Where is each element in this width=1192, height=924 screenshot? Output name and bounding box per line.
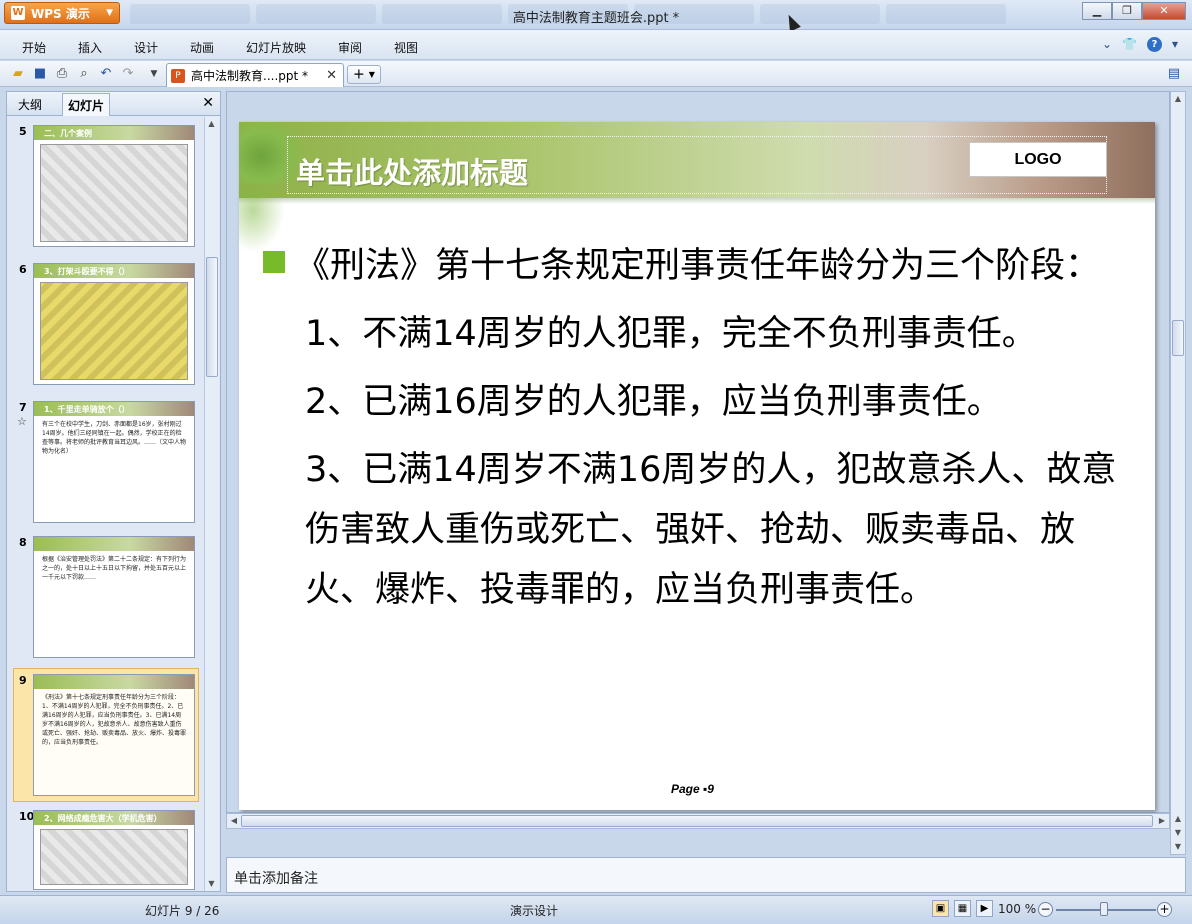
slideshow-view-icon[interactable]: ▶ (976, 900, 993, 917)
menu-review[interactable]: 审阅 (338, 39, 362, 56)
scrollbar-thumb[interactable] (206, 257, 218, 377)
scroll-down-icon[interactable]: ▼ (205, 877, 218, 891)
minimize-button[interactable]: ▁ (1082, 2, 1112, 20)
thumbnail-title: 3、打架斗殴要不得（） (44, 267, 130, 276)
redo-icon[interactable]: ↷ (120, 66, 136, 82)
thumbnail-preview: 二、几个案例 (33, 125, 195, 247)
thumbnail-scrollbar[interactable]: ▲ ▼ (204, 117, 219, 891)
previous-slide-icon[interactable]: ▲ (1171, 812, 1185, 826)
document-tab-label: 高中法制教育....ppt * (191, 69, 309, 83)
menu-animation[interactable]: 动画 (190, 39, 214, 56)
print-icon[interactable]: ⎙ (54, 66, 70, 82)
cartoon-image (40, 144, 188, 242)
thumbnail-preview: 《刑法》第十七条规定刑事责任年龄分为三个阶段：1、不满14周岁的人犯罪，完全不负… (33, 674, 195, 796)
menu-home[interactable]: 开始 (22, 39, 46, 56)
cartoon-image (40, 829, 188, 885)
animation-star-icon: ☆ (17, 415, 27, 428)
quick-access-toolbar: ▰ ■ ⎙ ⌕ ↶ ↷ ▼ P 高中法制教育....ppt * ✕ + ▼ ▤ (0, 61, 1192, 87)
close-panel-icon[interactable]: ✕ (202, 95, 214, 111)
slide-number: 8 (19, 536, 27, 549)
thumbnail-body: 根据《治安管理处罚法》第二十二条规定：有下列行为之一的，处十日以上十五日以下拘留… (42, 556, 187, 581)
window-title: 高中法制教育主题班会.ppt * (512, 11, 680, 26)
tab-slides[interactable]: 幻灯片 (62, 93, 111, 116)
body-line-3: 3、已满14周岁不满16周岁的人，犯故意杀人、故意伤害致人重伤或死亡、强奸、抢劫… (305, 450, 1117, 610)
menu-insert[interactable]: 插入 (78, 39, 102, 56)
undo-icon[interactable]: ↶ (98, 66, 114, 82)
new-tab-dropdown-icon[interactable]: ▼ (369, 70, 375, 79)
slide-body-text[interactable]: 《刑法》第十七条规定刑事责任年龄分为三个阶段： 1、不满14周岁的人犯罪，完全不… (295, 236, 1125, 620)
logo-box[interactable]: LOGO (969, 142, 1107, 177)
zoom-slider-knob[interactable] (1100, 902, 1108, 916)
slide-horizontal-scrollbar[interactable]: ◀ ▶ (226, 813, 1170, 829)
collapse-ribbon-icon[interactable]: ⌄ (1102, 37, 1112, 52)
body-line-intro: 《刑法》第十七条规定刑事责任年龄分为三个阶段： (295, 246, 1101, 286)
next-slide-icon[interactable]: ▼ (1171, 826, 1185, 840)
page-number: Page ▪9 (671, 782, 714, 796)
leaf-decoration (239, 182, 285, 252)
scrollbar-thumb[interactable] (241, 815, 1153, 827)
normal-view-icon[interactable]: ▣ (932, 900, 949, 917)
thumbnail-title: 二、几个案例 (44, 129, 92, 138)
scroll-left-icon[interactable]: ◀ (227, 814, 241, 828)
notes-placeholder[interactable]: 单击添加备注 (234, 868, 318, 888)
thumbnail-preview: 根据《治安管理处罚法》第二十二条规定：有下列行为之一的，处十日以上十五日以下拘留… (33, 536, 195, 658)
print-preview-icon[interactable]: ⌕ (76, 66, 92, 82)
zoom-level[interactable]: 100 % (998, 902, 1036, 916)
bullet-square-icon (263, 251, 285, 273)
slide-number: 7 (19, 401, 27, 414)
help-dropdown-icon[interactable]: ▾ (1172, 37, 1178, 52)
menu-slideshow[interactable]: 幻灯片放映 (246, 39, 306, 56)
tab-outline[interactable]: 大纲 (13, 96, 47, 113)
body-line-1: 1、不满14周岁的人犯罪，完全不负刑事责任。 (305, 314, 1037, 354)
new-tab-button[interactable]: + ▼ (347, 65, 381, 84)
slides-panel: 大纲 幻灯片 ✕ 5 二、几个案例 6 3、打架斗殴要不得（） 7 ☆ 1、千里… (6, 91, 221, 892)
zoom-out-icon[interactable]: − (1038, 902, 1053, 917)
title-bar: W WPS 演示 ▼ 高中法制教育主题班会.ppt * ▁ ❐ ✕ (0, 0, 1192, 30)
slide-number: 6 (19, 263, 27, 276)
thumbnail-body: 有三个在校中学生，刀剑、赤面都是16岁，张村刚过14周岁。他们三经同镇在一起。偶… (42, 421, 187, 455)
document-tab[interactable]: P 高中法制教育....ppt * ✕ (166, 63, 344, 87)
zoom-in-icon[interactable]: + (1157, 902, 1172, 917)
thumbnail-preview: 2、网络成瘾危害大（学机危害） (33, 810, 195, 890)
slide-9[interactable]: 单击此处添加标题 LOGO 《刑法》第十七条规定刑事责任年龄分为三个阶段： 1、… (239, 122, 1155, 810)
thumbnail-title: 1、千里走单骑放个（） (44, 405, 130, 414)
thumbnail-preview: 1、千里走单骑放个（） 有三个在校中学生，刀剑、赤面都是16岁，张村刚过14周岁… (33, 401, 195, 523)
slide-number: 5 (19, 125, 27, 138)
notes-pane[interactable]: 单击添加备注 (226, 857, 1186, 893)
menu-design[interactable]: 设计 (134, 39, 158, 56)
save-icon[interactable]: ■ (32, 66, 48, 82)
toolbar-dropdown-icon[interactable]: ▼ (146, 66, 162, 82)
title-placeholder[interactable]: 单击此处添加标题 (296, 150, 528, 192)
scroll-up-icon[interactable]: ▲ (1171, 92, 1185, 106)
close-tab-icon[interactable]: ✕ (326, 68, 337, 83)
thumbnail-preview: 3、打架斗殴要不得（） (33, 263, 195, 385)
thumbnail-body: 《刑法》第十七条规定刑事责任年龄分为三个阶段：1、不满14周岁的人犯罪，完全不负… (42, 694, 187, 746)
restore-button[interactable]: ❐ (1112, 2, 1142, 20)
slide-sorter-icon[interactable]: ▦ (954, 900, 971, 917)
design-template-name[interactable]: 演示设计 (510, 902, 558, 919)
menu-bar: 开始 插入 设计 动画 幻灯片放映 审阅 视图 ⌄ 👕 ? ▾ (0, 30, 1192, 60)
scroll-right-icon[interactable]: ▶ (1155, 814, 1169, 828)
slide-number: 9 (19, 674, 27, 687)
slide-vertical-scrollbar[interactable]: ▲ ▲ ▼ ▼ (1170, 91, 1186, 855)
open-folder-icon[interactable]: ▰ (10, 66, 26, 82)
cartoon-image (40, 282, 188, 380)
close-window-button[interactable]: ✕ (1142, 2, 1186, 20)
menu-view[interactable]: 视图 (394, 39, 418, 56)
scroll-up-icon[interactable]: ▲ (205, 117, 218, 131)
body-line-2: 2、已满16周岁的人犯罪，应当负刑事责任。 (305, 382, 1002, 422)
help-icon[interactable]: ? (1146, 37, 1162, 52)
scroll-down-icon[interactable]: ▼ (1171, 840, 1185, 854)
ppt-file-icon: P (171, 68, 185, 83)
scrollbar-thumb[interactable] (1172, 320, 1184, 356)
skin-shirt-icon[interactable]: 👕 (1122, 37, 1137, 52)
slide-position: 幻灯片 9 / 26 (145, 904, 220, 918)
window-layout-icon[interactable]: ▤ (1166, 66, 1182, 82)
status-bar: 幻灯片 9 / 26 演示设计 ▣ ▦ ▶ 100 % − + (0, 895, 1192, 924)
thumbnail-title: 2、网络成瘾危害大（学机危害） (44, 814, 162, 823)
